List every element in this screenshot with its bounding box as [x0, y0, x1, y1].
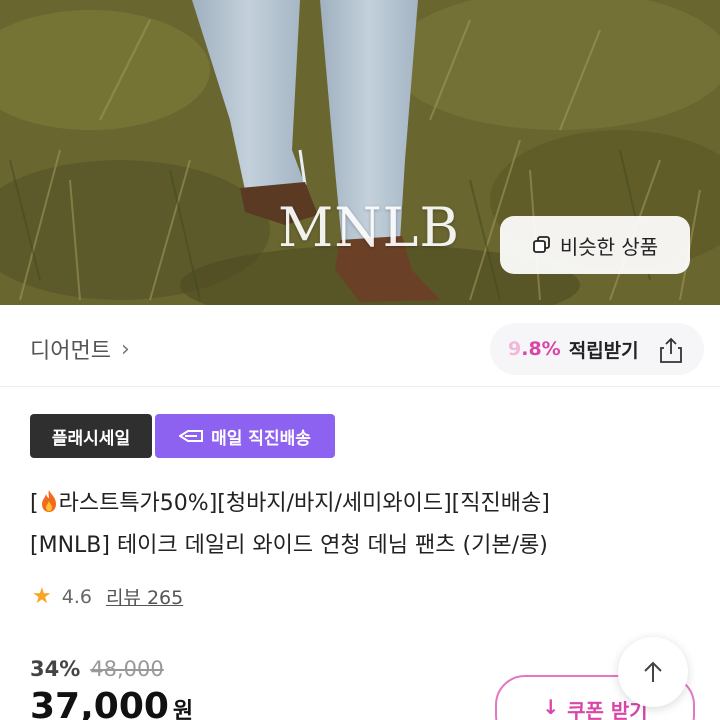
store-row: 디어먼트 › 9.8% 적립받기 — [0, 305, 720, 387]
copy-icon — [532, 236, 550, 253]
sale-price-amount: 37,000 — [30, 686, 169, 720]
store-link[interactable]: 디어먼트 › — [30, 333, 130, 365]
title-bracket: [ — [30, 491, 39, 516]
star-icon: ★ — [32, 584, 52, 609]
store-name: 디어먼트 — [30, 339, 111, 364]
daily-delivery-label: 매일 직진배송 — [211, 428, 311, 449]
download-icon: ↓ — [542, 695, 560, 719]
daily-delivery-badge: 매일 직진배송 — [155, 414, 335, 458]
reward-rate: 9.8% — [508, 338, 561, 360]
sale-price: 37,000 원 — [30, 686, 193, 720]
flash-sale-badge: 플래시세일 — [30, 414, 152, 458]
product-title-line1: [ 라스트특가50%][청바지/바지/세미와이드][직진배송] — [30, 485, 550, 517]
reward-pill[interactable]: 9.8% 적립받기 — [490, 323, 704, 375]
fire-icon — [41, 490, 56, 512]
reward-rate-rest: .8% — [521, 338, 561, 360]
arrow-up-icon — [644, 661, 662, 682]
reward-rate-lead: 9 — [508, 338, 522, 360]
chevron-right-icon: › — [120, 336, 130, 362]
original-price: 48,000 — [90, 657, 164, 681]
similar-products-button[interactable]: 비슷한 상품 — [500, 216, 690, 274]
share-icon[interactable] — [656, 335, 686, 365]
discount-row: 34% 48,000 — [30, 657, 164, 681]
rating-row: ★ 4.6 리뷰 265 — [32, 583, 183, 610]
delivery-truck-icon — [179, 430, 204, 442]
currency-unit: 원 — [172, 699, 194, 720]
brand-watermark: MNLB — [277, 196, 461, 259]
rating-score: 4.6 — [61, 585, 92, 608]
title-line1-text: 라스트특가50%][청바지/바지/세미와이드][직진배송] — [58, 491, 550, 516]
product-hero-image[interactable]: MNLB 비슷한 상품 — [0, 0, 720, 305]
reward-label: 적립받기 — [568, 339, 639, 362]
discount-percent: 34% — [30, 657, 81, 681]
similar-products-label: 비슷한 상품 — [559, 234, 659, 259]
scroll-top-button[interactable] — [618, 637, 688, 707]
product-title-line2: [MNLB] 테이크 데일리 와이드 연청 데님 팬츠 (기본/롱) — [30, 533, 548, 558]
review-count-link[interactable]: 리뷰 265 — [106, 583, 183, 610]
